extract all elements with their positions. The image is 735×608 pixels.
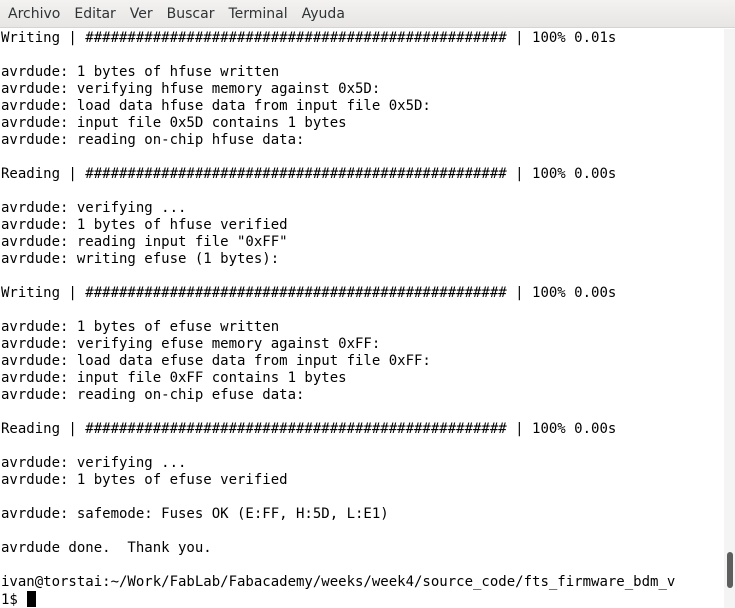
terminal-line: 1$ [1,591,37,608]
menu-buscar[interactable]: Buscar [167,0,215,28]
terminal-line-text: avrdude: verifying hfuse memory against … [1,81,381,97]
menu-ayuda[interactable]: Ayuda [302,0,345,28]
terminal-line-text: avrdude: 1 bytes of efuse verified [1,472,288,488]
terminal-line-text: avrdude: 1 bytes of efuse written [1,319,280,335]
terminal-line: avrdude: 1 bytes of hfuse written [1,64,279,81]
terminal-line: avrdude done. Thank you. [1,540,212,557]
terminal-line-text: Writing | ##############################… [1,30,617,46]
vertical-scrollbar[interactable] [724,29,735,608]
terminal-line: avrdude: verifying ... [1,455,186,472]
terminal-line: avrdude: reading input file "0xFF" [1,234,288,251]
terminal-line: avrdude: 1 bytes of hfuse verified [1,217,288,234]
terminal-line: avrdude: safemode: Fuses OK (E:FF, H:5D,… [1,506,389,523]
terminal-line-text: avrdude: 1 bytes of hfuse verified [1,217,288,233]
terminal-line-text: avrdude: load data efuse data from input… [1,353,431,369]
terminal-line-text: avrdude: verifying ... [1,455,187,471]
terminal-line: avrdude: verifying ... [1,200,186,217]
terminal-line-text: avrdude: verifying ... [1,200,187,216]
terminal-line: avrdude: input file 0x5D contains 1 byte… [1,115,347,132]
menu-ver[interactable]: Ver [130,0,153,28]
terminal-line-text: avrdude: reading on-chip hfuse data: [1,132,305,148]
terminal-line-text: ivan@torstai:~/Work/FabLab/Fabacademy/we… [1,574,676,590]
terminal-line: avrdude: load data hfuse data from input… [1,98,431,115]
terminal-line-text: avrdude: load data hfuse data from input… [1,98,431,114]
terminal-line: avrdude: verifying hfuse memory against … [1,81,380,98]
menu-editar[interactable]: Editar [74,0,115,28]
terminal-line-text: avrdude: reading input file "0xFF" [1,234,288,250]
scrollbar-thumb[interactable] [727,552,733,588]
terminal-line-text: avrdude: reading on-chip efuse data: [1,387,305,403]
terminal-line-text: avrdude: safemode: Fuses OK (E:FF, H:5D,… [1,506,389,522]
terminal-line: avrdude: reading on-chip hfuse data: [1,132,304,149]
terminal-line: avrdude: load data efuse data from input… [1,353,431,370]
terminal-line: avrdude: 1 bytes of efuse written [1,319,279,336]
terminal-output[interactable]: Writing | ##############################… [0,29,724,608]
terminal-line-text: avrdude: input file 0xFF contains 1 byte… [1,370,347,386]
terminal-line: avrdude: input file 0xFF contains 1 byte… [1,370,347,387]
terminal-line-text: avrdude done. Thank you. [1,540,212,556]
terminal-line: avrdude: verifying efuse memory against … [1,336,380,353]
terminal-line: avrdude: writing efuse (1 bytes): [1,251,279,268]
terminal-line-text: avrdude: 1 bytes of hfuse written [1,64,280,80]
menu-archivo[interactable]: Archivo [8,0,60,28]
terminal-line: Reading | ##############################… [1,166,616,183]
terminal-line-text: avrdude: verifying efuse memory against … [1,336,381,352]
terminal-line: Reading | ##############################… [1,421,616,438]
terminal-line: Writing | ##############################… [1,285,616,302]
terminal-line: ivan@torstai:~/Work/FabLab/Fabacademy/we… [1,574,675,591]
terminal-line-text: Writing | ##############################… [1,285,617,301]
terminal-line: avrdude: 1 bytes of efuse verified [1,472,288,489]
text-cursor [27,591,37,607]
terminal-line-text: Reading | ##############################… [1,166,617,182]
menu-terminal[interactable]: Terminal [228,0,287,28]
terminal-line-text: avrdude: writing efuse (1 bytes): [1,251,280,267]
terminal-line-text: Reading | ##############################… [1,421,617,437]
terminal-line: avrdude: reading on-chip efuse data: [1,387,304,404]
terminal-line: Writing | ##############################… [1,30,616,47]
terminal-window: Archivo Editar Ver Buscar Terminal Ayuda Writ… [0,0,735,608]
terminal-line-text: 1$ [1,592,27,608]
menu-bar: Archivo Editar Ver Buscar Terminal Ayuda [0,0,735,28]
terminal-line-text: avrdude: input file 0x5D contains 1 byte… [1,115,347,131]
